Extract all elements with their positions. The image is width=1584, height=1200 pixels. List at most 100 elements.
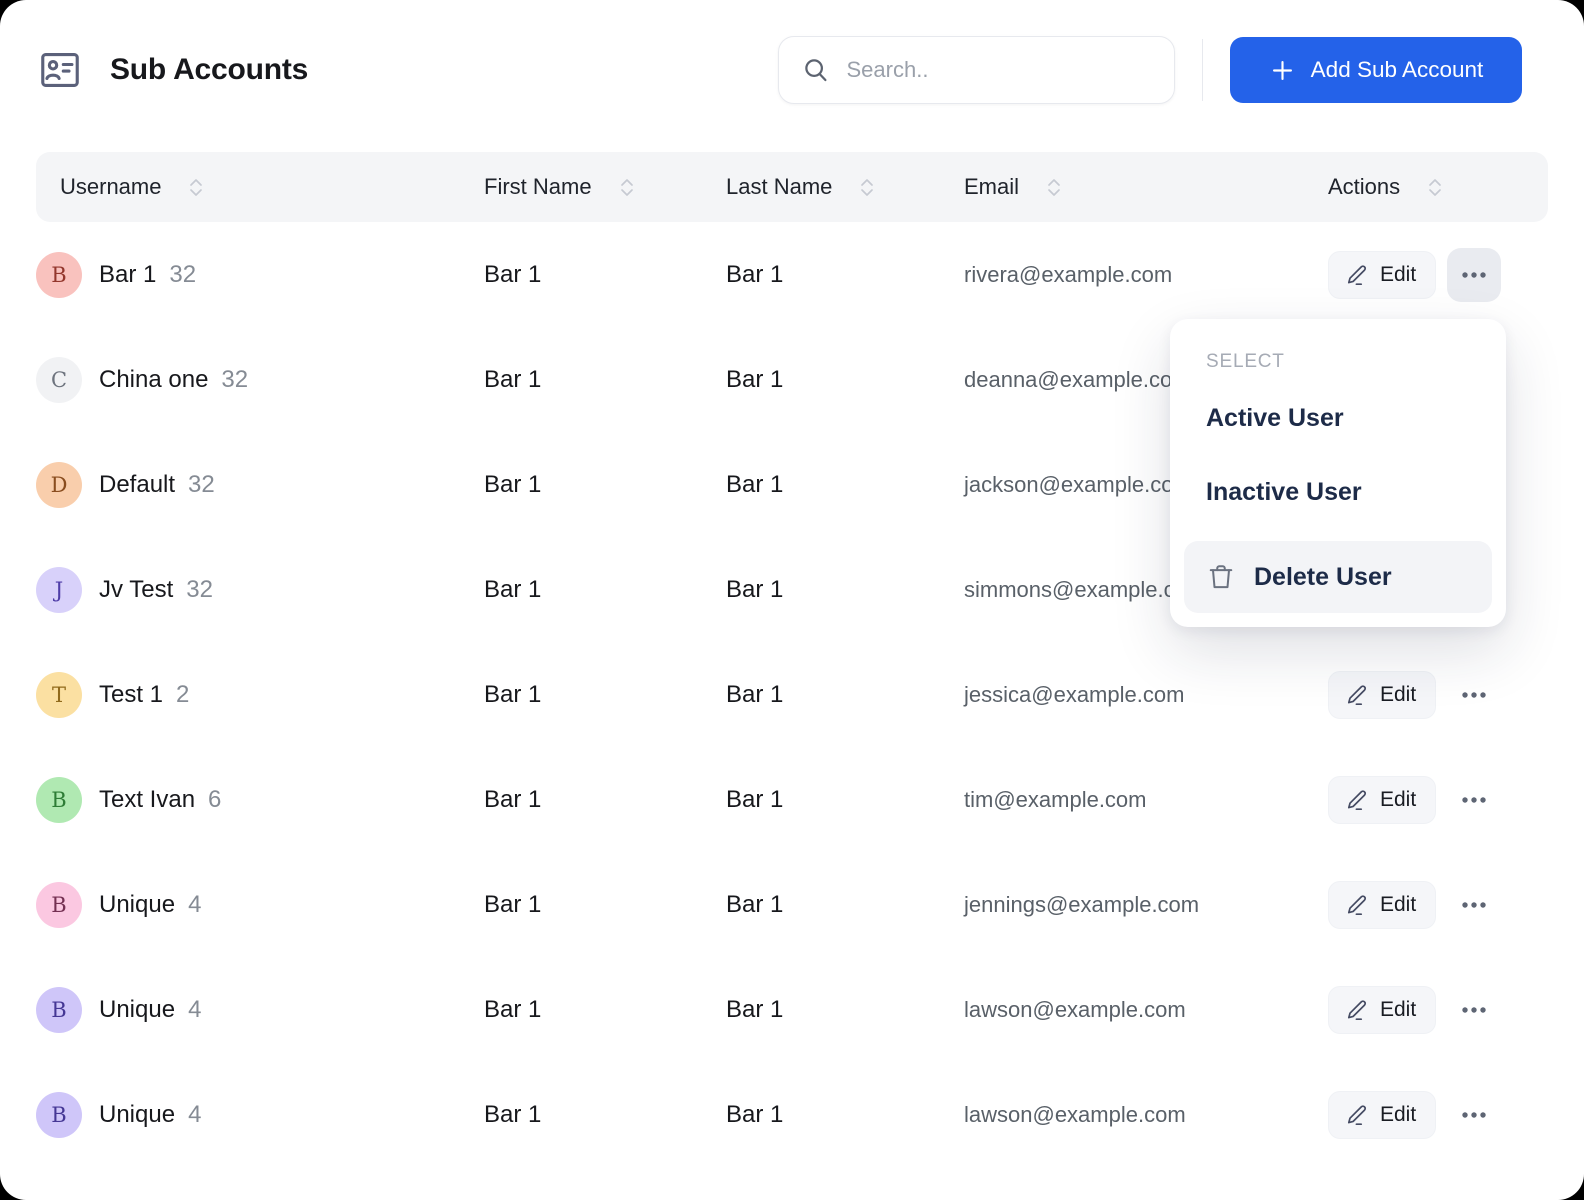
username-cell: B Text Ivan 6 bbox=[36, 777, 480, 823]
avatar: B bbox=[36, 882, 82, 928]
username: Unique bbox=[99, 1101, 175, 1129]
last-name: Bar 1 bbox=[722, 891, 960, 919]
user-count: 32 bbox=[221, 366, 248, 394]
edit-pencil-icon bbox=[1345, 263, 1369, 287]
row-menu-button[interactable] bbox=[1447, 773, 1501, 827]
ellipsis-icon bbox=[1461, 796, 1487, 804]
table-row: B Bar 1 32 Bar 1 Bar 1 rivera@example.co… bbox=[36, 222, 1548, 327]
avatar-letter: D bbox=[51, 473, 68, 497]
trash-icon bbox=[1206, 562, 1236, 592]
sort-icon bbox=[188, 176, 204, 199]
menu-item-label: Inactive User bbox=[1206, 478, 1362, 507]
ellipsis-icon bbox=[1461, 271, 1487, 279]
last-name: Bar 1 bbox=[722, 786, 960, 814]
row-menu-button[interactable] bbox=[1447, 668, 1501, 722]
menu-item-delete-user[interactable]: Delete User bbox=[1184, 541, 1492, 613]
column-header-actions[interactable]: Actions bbox=[1324, 174, 1548, 200]
edit-button-label: Edit bbox=[1380, 788, 1416, 812]
first-name: Bar 1 bbox=[480, 996, 722, 1024]
topbar-divider bbox=[1202, 39, 1204, 101]
ellipsis-icon bbox=[1461, 691, 1487, 699]
avatar: B bbox=[36, 987, 82, 1033]
avatar: J bbox=[36, 567, 82, 613]
table-row: B Unique 4 Bar 1 Bar 1 jennings@example.… bbox=[36, 852, 1548, 957]
edit-button[interactable]: Edit bbox=[1328, 776, 1436, 824]
avatar: T bbox=[36, 672, 82, 718]
username: Default bbox=[99, 471, 175, 499]
first-name: Bar 1 bbox=[480, 891, 722, 919]
username-cell: D Default 32 bbox=[36, 462, 480, 508]
user-count: 4 bbox=[188, 891, 201, 919]
ellipsis-icon bbox=[1461, 1111, 1487, 1119]
avatar-letter: T bbox=[52, 683, 66, 707]
email: rivera@example.com bbox=[960, 262, 1324, 288]
actions-cell: Edit bbox=[1324, 248, 1548, 302]
search-input[interactable] bbox=[847, 57, 1147, 83]
actions-cell: Edit bbox=[1324, 773, 1548, 827]
last-name: Bar 1 bbox=[722, 261, 960, 289]
user-count: 6 bbox=[208, 786, 221, 814]
id-card-icon bbox=[38, 48, 82, 92]
last-name: Bar 1 bbox=[722, 471, 960, 499]
edit-pencil-icon bbox=[1345, 893, 1369, 917]
username-cell: B Bar 1 32 bbox=[36, 252, 480, 298]
email: jessica@example.com bbox=[960, 682, 1324, 708]
column-header-last-name[interactable]: Last Name bbox=[722, 174, 960, 200]
edit-button-label: Edit bbox=[1380, 683, 1416, 707]
edit-pencil-icon bbox=[1345, 998, 1369, 1022]
column-header-email[interactable]: Email bbox=[960, 174, 1324, 200]
edit-pencil-icon bbox=[1345, 1103, 1369, 1127]
row-menu-button[interactable] bbox=[1447, 1088, 1501, 1142]
add-sub-account-label: Add Sub Account bbox=[1311, 57, 1484, 83]
menu-item-active-user[interactable]: Active User bbox=[1184, 389, 1492, 447]
column-label: Username bbox=[60, 174, 161, 200]
edit-button[interactable]: Edit bbox=[1328, 1091, 1436, 1139]
username-cell: T Test 1 2 bbox=[36, 672, 480, 718]
edit-button-label: Edit bbox=[1380, 998, 1416, 1022]
edit-button[interactable]: Edit bbox=[1328, 671, 1436, 719]
search-box[interactable] bbox=[778, 36, 1175, 104]
last-name: Bar 1 bbox=[722, 996, 960, 1024]
avatar-letter: J bbox=[55, 578, 63, 602]
row-menu-button[interactable] bbox=[1447, 983, 1501, 1037]
user-count: 2 bbox=[176, 681, 189, 709]
column-header-username[interactable]: Username bbox=[36, 174, 480, 200]
first-name: Bar 1 bbox=[480, 576, 722, 604]
search-icon bbox=[801, 55, 831, 85]
username-cell: B Unique 4 bbox=[36, 882, 480, 928]
avatar-letter: B bbox=[51, 1103, 66, 1127]
user-count: 32 bbox=[186, 576, 213, 604]
sort-icon bbox=[1427, 176, 1443, 199]
row-actions-dropdown: SELECT Active User Inactive User Delete … bbox=[1170, 319, 1506, 627]
ellipsis-icon bbox=[1461, 901, 1487, 909]
email: lawson@example.com bbox=[960, 1102, 1324, 1128]
last-name: Bar 1 bbox=[722, 576, 960, 604]
add-sub-account-button[interactable]: Add Sub Account bbox=[1230, 37, 1522, 103]
user-count: 32 bbox=[169, 261, 196, 289]
avatar: D bbox=[36, 462, 82, 508]
email: lawson@example.com bbox=[960, 997, 1324, 1023]
row-menu-button[interactable] bbox=[1447, 248, 1501, 302]
edit-pencil-icon bbox=[1345, 683, 1369, 707]
column-label: Last Name bbox=[726, 174, 832, 200]
edit-button[interactable]: Edit bbox=[1328, 881, 1436, 929]
avatar-letter: B bbox=[51, 893, 66, 917]
email: tim@example.com bbox=[960, 787, 1324, 813]
edit-button[interactable]: Edit bbox=[1328, 251, 1436, 299]
column-header-first-name[interactable]: First Name bbox=[480, 174, 722, 200]
row-menu-button[interactable] bbox=[1447, 878, 1501, 932]
sub-accounts-page: Sub Accounts Add Sub Account Username F bbox=[0, 0, 1584, 1200]
column-label: Email bbox=[964, 174, 1019, 200]
edit-button[interactable]: Edit bbox=[1328, 986, 1436, 1034]
email: jennings@example.com bbox=[960, 892, 1324, 918]
page-title: Sub Accounts bbox=[110, 53, 308, 87]
first-name: Bar 1 bbox=[480, 261, 722, 289]
ellipsis-icon bbox=[1461, 1006, 1487, 1014]
username: Unique bbox=[99, 996, 175, 1024]
user-count: 32 bbox=[188, 471, 215, 499]
avatar-letter: B bbox=[51, 998, 66, 1022]
edit-button-label: Edit bbox=[1380, 263, 1416, 287]
menu-item-inactive-user[interactable]: Inactive User bbox=[1184, 463, 1492, 521]
user-count: 4 bbox=[188, 996, 201, 1024]
menu-item-label: Active User bbox=[1206, 404, 1344, 433]
